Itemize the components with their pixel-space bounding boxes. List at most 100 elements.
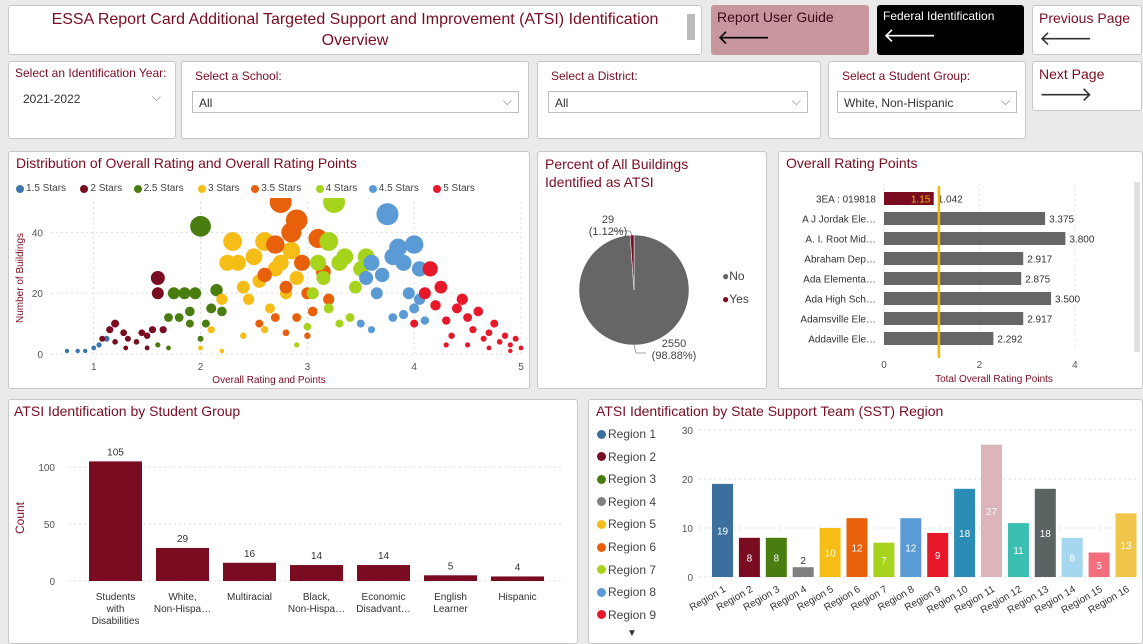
scatter-point[interactable]	[91, 345, 97, 351]
scatter-point[interactable]	[422, 261, 438, 277]
scatter-point[interactable]	[197, 335, 204, 342]
scatter-point[interactable]	[496, 339, 503, 345]
scatter-point[interactable]	[469, 326, 477, 334]
student-group-dropdown[interactable]: White, Non-Hispanic ⌵	[837, 91, 1017, 113]
scatter-point[interactable]	[486, 345, 492, 351]
district-dropdown[interactable]: All ⌵	[548, 91, 808, 113]
scatter-point[interactable]	[294, 254, 311, 271]
scatter-point[interactable]	[185, 306, 195, 317]
year-dropdown[interactable]: 2021-2022 ⌵	[17, 88, 167, 110]
region-bar[interactable]	[792, 567, 814, 577]
scatter-point[interactable]	[410, 319, 419, 328]
group-bar[interactable]	[424, 575, 477, 581]
scatter-point[interactable]	[144, 345, 150, 351]
rating-bar[interactable]	[884, 252, 1024, 265]
scatter-point[interactable]	[463, 313, 472, 322]
scatter-point[interactable]	[261, 326, 269, 334]
group-bar[interactable]	[223, 562, 276, 581]
scatter-point[interactable]	[323, 303, 334, 314]
scatter-point[interactable]	[319, 232, 339, 251]
federal-identification-button[interactable]: Federal Identification 🡐	[877, 5, 1024, 55]
scatter-point[interactable]	[294, 342, 300, 348]
rating-points-chart[interactable]: 0 2 4 Total Overall Rating Points 3EA : 0198…	[779, 152, 1143, 388]
scatter-point[interactable]	[257, 267, 272, 283]
scatter-point[interactable]	[236, 280, 250, 294]
scatter-point[interactable]	[174, 313, 184, 322]
rating-bar[interactable]	[884, 292, 1052, 305]
scatter-point[interactable]	[120, 329, 128, 337]
school-dropdown[interactable]: All ⌵	[192, 91, 519, 113]
scatter-point[interactable]	[206, 303, 217, 314]
scatter-point[interactable]	[123, 345, 129, 351]
scatter-point[interactable]	[216, 293, 228, 305]
scatter-point[interactable]	[167, 287, 180, 300]
scatter-point[interactable]	[133, 339, 140, 345]
student-group-chart[interactable]: 0 50 100 Count 105 StudentswithDisabilities 29…	[9, 400, 577, 643]
scatter-point[interactable]	[323, 293, 335, 305]
scatter-point[interactable]	[264, 303, 275, 314]
scatter-point[interactable]	[456, 293, 468, 305]
scatter-point[interactable]	[279, 280, 293, 294]
scatter-point[interactable]	[485, 329, 493, 337]
scatter-point[interactable]	[159, 326, 167, 334]
scatter-point[interactable]	[507, 342, 513, 348]
rating-bar[interactable]	[884, 272, 1022, 285]
scatter-point[interactable]	[323, 191, 346, 213]
scatter-point[interactable]	[518, 345, 524, 351]
group-bar[interactable]	[156, 547, 209, 581]
scatter-point[interactable]	[155, 342, 161, 348]
scatter-point[interactable]	[207, 326, 215, 334]
scatter-point[interactable]	[418, 287, 431, 300]
scatter-point[interactable]	[442, 316, 451, 325]
scatter-point[interactable]	[336, 248, 354, 266]
rating-scrollbar[interactable]	[1134, 182, 1140, 352]
group-bar[interactable]	[89, 461, 142, 581]
scatter-point[interactable]	[201, 319, 210, 328]
scatter-point[interactable]	[404, 235, 424, 254]
next-page-button[interactable]: Next Page 🡒	[1032, 61, 1142, 111]
scatter-point[interactable]	[420, 316, 430, 325]
scatter-point[interactable]	[490, 319, 499, 328]
scatter-point[interactable]	[148, 326, 157, 334]
scatter-point[interactable]	[266, 235, 285, 254]
scatter-point[interactable]	[335, 319, 344, 328]
scatter-point[interactable]	[198, 345, 203, 351]
report-user-guide-button[interactable]: Report User Guide 🡐	[711, 5, 869, 55]
scatter-point[interactable]	[448, 332, 455, 339]
scatter-point[interactable]	[240, 332, 247, 339]
scatter-point[interactable]	[374, 267, 390, 283]
scatter-point[interactable]	[512, 335, 519, 342]
scatter-point[interactable]	[75, 348, 80, 354]
scatter-point[interactable]	[310, 254, 327, 271]
scatter-point[interactable]	[164, 313, 173, 322]
scatter-point[interactable]	[282, 329, 290, 337]
scatter-point[interactable]	[112, 339, 118, 345]
scatter-point[interactable]	[307, 306, 318, 317]
scatter-point[interactable]	[430, 300, 441, 311]
scatter-point[interactable]	[367, 326, 376, 334]
scatter-point[interactable]	[349, 280, 362, 294]
scatter-point[interactable]	[316, 271, 331, 285]
scatter-plot[interactable]: 0 20 40 1 2 3 4 5 Overall Rating and Points Numbe…	[9, 152, 529, 388]
scatter-point[interactable]	[398, 309, 409, 320]
scatter-point[interactable]	[304, 332, 311, 339]
scatter-point[interactable]	[285, 209, 308, 232]
scatter-point[interactable]	[359, 271, 374, 285]
rating-bar[interactable]	[884, 212, 1046, 225]
scatter-point[interactable]	[189, 287, 202, 300]
scatter-point[interactable]	[243, 293, 255, 305]
scatter-point[interactable]	[409, 303, 420, 314]
scatter-point[interactable]	[434, 280, 448, 294]
scatter-point[interactable]	[96, 342, 102, 348]
scatter-point[interactable]	[356, 319, 365, 328]
scatter-point[interactable]	[363, 254, 380, 271]
scatter-point[interactable]	[82, 348, 88, 354]
scatter-point[interactable]	[451, 303, 462, 314]
scatter-point[interactable]	[166, 345, 171, 351]
pie-legend-yes[interactable]: ●Yes	[722, 292, 749, 306]
group-bar[interactable]	[290, 565, 343, 581]
scatter-point[interactable]	[376, 203, 399, 226]
scatter-point[interactable]	[150, 271, 165, 285]
group-bar[interactable]	[357, 565, 410, 581]
scatter-point[interactable]	[289, 271, 304, 285]
